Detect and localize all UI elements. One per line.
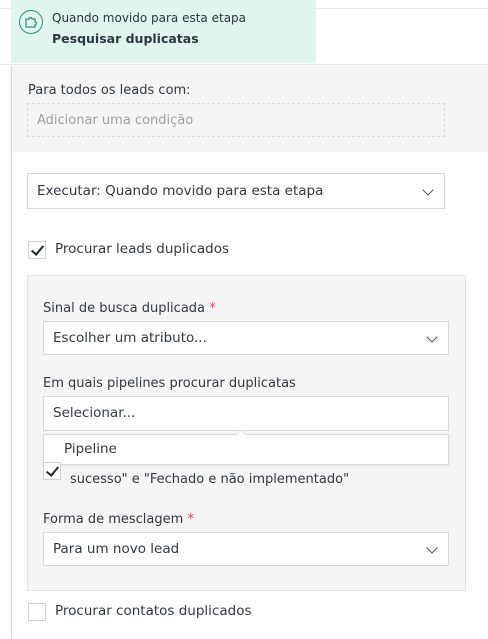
merge-form-value: Para um novo lead bbox=[53, 541, 180, 557]
pipelines-value: Selecionar... bbox=[53, 405, 136, 421]
chevron-down-icon bbox=[426, 542, 438, 554]
search-leads-label: Procurar leads duplicados bbox=[55, 241, 230, 257]
pipelines-select[interactable]: Selecionar... bbox=[43, 396, 449, 431]
duplicate-search-settings-panel: Para todos os leads com: Adicionar uma c… bbox=[11, 66, 488, 639]
trigger-card[interactable]: Quando movido para esta etapa Pesquisar … bbox=[11, 0, 316, 63]
search-contacts-checkbox[interactable] bbox=[28, 603, 46, 621]
merge-form-label: Forma de mesclagem * bbox=[43, 512, 194, 527]
pipelines-dropdown: Pipeline bbox=[43, 429, 449, 465]
dropdown-caret bbox=[235, 429, 247, 441]
exclude-closed-label: sucesso" e "Fechado e não implementado" bbox=[70, 472, 350, 487]
duplicate-signal-select[interactable]: Escolher um atributo... bbox=[43, 321, 449, 355]
required-asterisk: * bbox=[209, 301, 216, 316]
search-contacts-label: Procurar contatos duplicados bbox=[55, 603, 252, 619]
lead-duplicate-options: Sinal de busca duplicada * Escolher um a… bbox=[27, 275, 466, 591]
pipeline-option[interactable]: Pipeline bbox=[64, 441, 117, 457]
duplicate-signal-label: Sinal de busca duplicada * bbox=[43, 301, 216, 316]
trigger-subtitle: Quando movido para esta etapa bbox=[52, 11, 247, 25]
background-grid-line bbox=[0, 64, 488, 65]
checkmark-icon bbox=[45, 463, 60, 477]
pipelines-label: Em quais pipelines procurar duplicatas bbox=[43, 376, 296, 391]
execute-when-value: Executar: Quando movido para esta etapa bbox=[37, 183, 324, 199]
checkmark-icon bbox=[30, 242, 45, 256]
required-asterisk: * bbox=[187, 512, 194, 527]
conditions-label: Para todos os leads com: bbox=[28, 83, 191, 98]
execute-when-select[interactable]: Executar: Quando movido para esta etapa bbox=[27, 173, 445, 209]
chevron-down-icon bbox=[426, 331, 438, 343]
exclude-closed-checkbox[interactable] bbox=[43, 462, 61, 480]
trigger-title: Pesquisar duplicatas bbox=[52, 31, 199, 46]
duplicate-signal-value: Escolher um atributo... bbox=[53, 330, 207, 346]
search-leads-checkbox[interactable] bbox=[28, 241, 46, 259]
merge-form-select[interactable]: Para um novo lead bbox=[43, 532, 449, 566]
conditions-section: Para todos os leads com: Adicionar uma c… bbox=[12, 66, 488, 152]
puzzle-icon bbox=[19, 10, 43, 34]
chevron-down-icon bbox=[422, 184, 434, 196]
add-condition-input[interactable]: Adicionar uma condição bbox=[27, 103, 445, 137]
